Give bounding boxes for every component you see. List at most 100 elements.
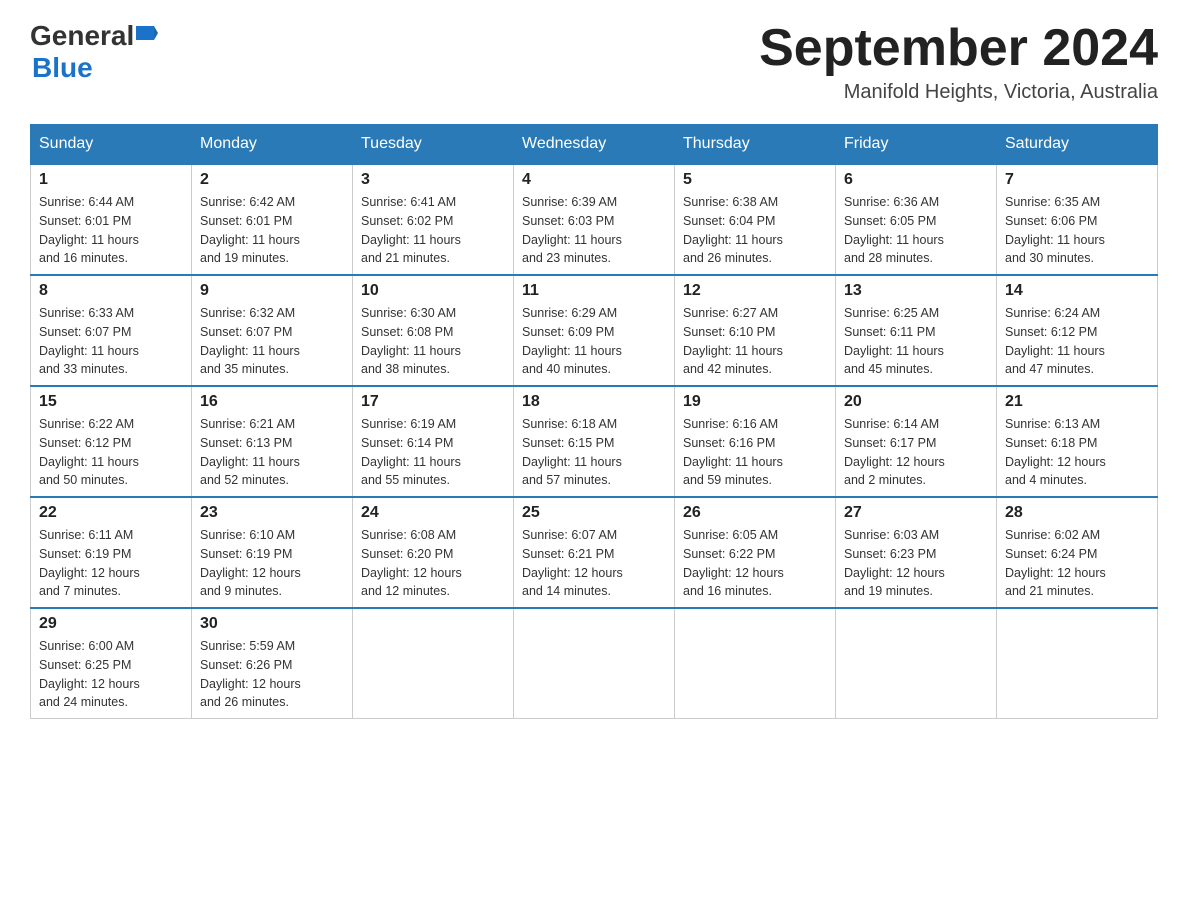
day-info: Sunrise: 6:24 AM Sunset: 6:12 PM Dayligh… (1005, 304, 1149, 379)
day-info: Sunrise: 6:27 AM Sunset: 6:10 PM Dayligh… (683, 304, 827, 379)
day-number: 12 (683, 282, 827, 300)
day-number: 3 (361, 171, 505, 189)
day-info: Sunrise: 6:42 AM Sunset: 6:01 PM Dayligh… (200, 193, 344, 268)
day-number: 18 (522, 393, 666, 411)
header-friday: Friday (836, 125, 997, 165)
day-info: Sunrise: 6:02 AM Sunset: 6:24 PM Dayligh… (1005, 526, 1149, 601)
calendar-day: 25 Sunrise: 6:07 AM Sunset: 6:21 PM Dayl… (514, 497, 675, 608)
day-number: 5 (683, 171, 827, 189)
day-number: 10 (361, 282, 505, 300)
day-info: Sunrise: 6:03 AM Sunset: 6:23 PM Dayligh… (844, 526, 988, 601)
day-info: Sunrise: 6:08 AM Sunset: 6:20 PM Dayligh… (361, 526, 505, 601)
title-section: September 2024 Manifold Heights, Victori… (759, 20, 1158, 104)
day-info: Sunrise: 6:18 AM Sunset: 6:15 PM Dayligh… (522, 415, 666, 490)
day-number: 19 (683, 393, 827, 411)
day-number: 25 (522, 504, 666, 522)
calendar-day: 2 Sunrise: 6:42 AM Sunset: 6:01 PM Dayli… (192, 164, 353, 275)
day-info: Sunrise: 6:22 AM Sunset: 6:12 PM Dayligh… (39, 415, 183, 490)
calendar-week-4: 22 Sunrise: 6:11 AM Sunset: 6:19 PM Dayl… (31, 497, 1158, 608)
day-number: 28 (1005, 504, 1149, 522)
day-number: 23 (200, 504, 344, 522)
header-wednesday: Wednesday (514, 125, 675, 165)
header-monday: Monday (192, 125, 353, 165)
day-number: 30 (200, 615, 344, 633)
day-info: Sunrise: 6:05 AM Sunset: 6:22 PM Dayligh… (683, 526, 827, 601)
calendar-week-1: 1 Sunrise: 6:44 AM Sunset: 6:01 PM Dayli… (31, 164, 1158, 275)
day-number: 29 (39, 615, 183, 633)
calendar-day: 28 Sunrise: 6:02 AM Sunset: 6:24 PM Dayl… (997, 497, 1158, 608)
day-info: Sunrise: 5:59 AM Sunset: 6:26 PM Dayligh… (200, 637, 344, 712)
calendar-day: 11 Sunrise: 6:29 AM Sunset: 6:09 PM Dayl… (514, 275, 675, 386)
header-sunday: Sunday (31, 125, 192, 165)
day-info: Sunrise: 6:16 AM Sunset: 6:16 PM Dayligh… (683, 415, 827, 490)
day-number: 22 (39, 504, 183, 522)
calendar-header-row: Sunday Monday Tuesday Wednesday Thursday… (31, 125, 1158, 165)
calendar-day: 3 Sunrise: 6:41 AM Sunset: 6:02 PM Dayli… (353, 164, 514, 275)
calendar-table: Sunday Monday Tuesday Wednesday Thursday… (30, 124, 1158, 719)
day-number: 7 (1005, 171, 1149, 189)
day-info: Sunrise: 6:00 AM Sunset: 6:25 PM Dayligh… (39, 637, 183, 712)
calendar-day: 22 Sunrise: 6:11 AM Sunset: 6:19 PM Dayl… (31, 497, 192, 608)
day-number: 1 (39, 171, 183, 189)
logo-general: General (30, 20, 134, 52)
day-number: 24 (361, 504, 505, 522)
header-saturday: Saturday (997, 125, 1158, 165)
header-thursday: Thursday (675, 125, 836, 165)
calendar-day (514, 608, 675, 719)
calendar-day (836, 608, 997, 719)
day-number: 14 (1005, 282, 1149, 300)
calendar-day: 24 Sunrise: 6:08 AM Sunset: 6:20 PM Dayl… (353, 497, 514, 608)
day-number: 17 (361, 393, 505, 411)
calendar-day (997, 608, 1158, 719)
day-info: Sunrise: 6:32 AM Sunset: 6:07 PM Dayligh… (200, 304, 344, 379)
day-info: Sunrise: 6:39 AM Sunset: 6:03 PM Dayligh… (522, 193, 666, 268)
calendar-day: 30 Sunrise: 5:59 AM Sunset: 6:26 PM Dayl… (192, 608, 353, 719)
calendar-week-5: 29 Sunrise: 6:00 AM Sunset: 6:25 PM Dayl… (31, 608, 1158, 719)
logo: General Blue (30, 20, 158, 84)
day-info: Sunrise: 6:38 AM Sunset: 6:04 PM Dayligh… (683, 193, 827, 268)
header-tuesday: Tuesday (353, 125, 514, 165)
calendar-day: 17 Sunrise: 6:19 AM Sunset: 6:14 PM Dayl… (353, 386, 514, 497)
day-info: Sunrise: 6:35 AM Sunset: 6:06 PM Dayligh… (1005, 193, 1149, 268)
calendar-day: 10 Sunrise: 6:30 AM Sunset: 6:08 PM Dayl… (353, 275, 514, 386)
calendar-day: 26 Sunrise: 6:05 AM Sunset: 6:22 PM Dayl… (675, 497, 836, 608)
calendar-day: 18 Sunrise: 6:18 AM Sunset: 6:15 PM Dayl… (514, 386, 675, 497)
calendar-day: 1 Sunrise: 6:44 AM Sunset: 6:01 PM Dayli… (31, 164, 192, 275)
day-info: Sunrise: 6:30 AM Sunset: 6:08 PM Dayligh… (361, 304, 505, 379)
day-info: Sunrise: 6:19 AM Sunset: 6:14 PM Dayligh… (361, 415, 505, 490)
logo-flag-icon (136, 26, 158, 48)
day-info: Sunrise: 6:10 AM Sunset: 6:19 PM Dayligh… (200, 526, 344, 601)
day-info: Sunrise: 6:07 AM Sunset: 6:21 PM Dayligh… (522, 526, 666, 601)
calendar-day (675, 608, 836, 719)
calendar-day: 12 Sunrise: 6:27 AM Sunset: 6:10 PM Dayl… (675, 275, 836, 386)
calendar-day: 29 Sunrise: 6:00 AM Sunset: 6:25 PM Dayl… (31, 608, 192, 719)
day-number: 6 (844, 171, 988, 189)
day-info: Sunrise: 6:33 AM Sunset: 6:07 PM Dayligh… (39, 304, 183, 379)
calendar-day: 4 Sunrise: 6:39 AM Sunset: 6:03 PM Dayli… (514, 164, 675, 275)
day-info: Sunrise: 6:11 AM Sunset: 6:19 PM Dayligh… (39, 526, 183, 601)
calendar-day: 23 Sunrise: 6:10 AM Sunset: 6:19 PM Dayl… (192, 497, 353, 608)
page-header: General Blue September 2024 Manifold Hei… (30, 20, 1158, 104)
day-number: 4 (522, 171, 666, 189)
calendar-day: 27 Sunrise: 6:03 AM Sunset: 6:23 PM Dayl… (836, 497, 997, 608)
day-info: Sunrise: 6:29 AM Sunset: 6:09 PM Dayligh… (522, 304, 666, 379)
day-number: 11 (522, 282, 666, 300)
location: Manifold Heights, Victoria, Australia (759, 81, 1158, 104)
calendar-week-2: 8 Sunrise: 6:33 AM Sunset: 6:07 PM Dayli… (31, 275, 1158, 386)
day-info: Sunrise: 6:36 AM Sunset: 6:05 PM Dayligh… (844, 193, 988, 268)
day-number: 20 (844, 393, 988, 411)
calendar-day: 21 Sunrise: 6:13 AM Sunset: 6:18 PM Dayl… (997, 386, 1158, 497)
calendar-day: 9 Sunrise: 6:32 AM Sunset: 6:07 PM Dayli… (192, 275, 353, 386)
calendar-day: 14 Sunrise: 6:24 AM Sunset: 6:12 PM Dayl… (997, 275, 1158, 386)
day-info: Sunrise: 6:14 AM Sunset: 6:17 PM Dayligh… (844, 415, 988, 490)
day-info: Sunrise: 6:41 AM Sunset: 6:02 PM Dayligh… (361, 193, 505, 268)
calendar-day: 8 Sunrise: 6:33 AM Sunset: 6:07 PM Dayli… (31, 275, 192, 386)
calendar-day (353, 608, 514, 719)
day-info: Sunrise: 6:21 AM Sunset: 6:13 PM Dayligh… (200, 415, 344, 490)
day-number: 21 (1005, 393, 1149, 411)
calendar-day: 13 Sunrise: 6:25 AM Sunset: 6:11 PM Dayl… (836, 275, 997, 386)
day-number: 9 (200, 282, 344, 300)
calendar-day: 6 Sunrise: 6:36 AM Sunset: 6:05 PM Dayli… (836, 164, 997, 275)
calendar-day: 15 Sunrise: 6:22 AM Sunset: 6:12 PM Dayl… (31, 386, 192, 497)
day-number: 16 (200, 393, 344, 411)
